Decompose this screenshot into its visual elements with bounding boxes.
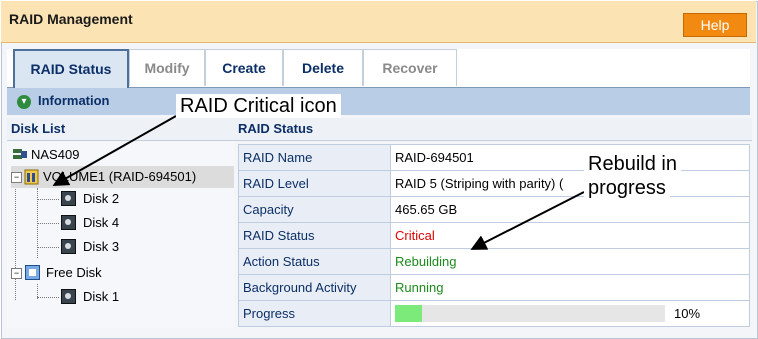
- row-value: 465.65 GB: [390, 196, 750, 223]
- table-row: Background Activity Running: [238, 274, 750, 301]
- title-bar: RAID Management Help: [1, 1, 756, 43]
- tab-modify[interactable]: Modify: [129, 49, 205, 86]
- raid-status-header: RAID Status: [236, 118, 752, 141]
- free-disk-icon: [25, 265, 40, 280]
- row-value: RAID 5 (Striping with parity) (: [390, 170, 750, 197]
- disk-icon: [61, 239, 76, 254]
- information-label: Information: [38, 93, 110, 108]
- tree-label-free-disk: Free Disk: [46, 265, 102, 280]
- tree-item-volume1[interactable]: − VOLUME1 (RAID-694501): [11, 166, 234, 188]
- tab-bar: RAID Status Modify Create Delete Recover: [7, 49, 750, 88]
- disk-tree: NAS409 − VOLUME1 (RAID-694501) Disk 2 Di…: [7, 142, 234, 328]
- tab-create[interactable]: Create: [205, 49, 283, 86]
- action-status-value: Rebuilding: [390, 248, 750, 275]
- progress-bar: 10%: [395, 301, 749, 326]
- tab-recover[interactable]: Recover: [363, 49, 457, 86]
- callout-critical-icon: RAID Critical icon: [176, 94, 341, 118]
- row-label: RAID Level: [238, 170, 391, 197]
- tree-label-volume1: VOLUME1 (RAID-694501): [43, 169, 197, 184]
- tree-line: [37, 247, 59, 248]
- tree-line: [37, 297, 59, 298]
- information-bar[interactable]: ▾ Information: [7, 88, 750, 115]
- row-label: Background Activity: [238, 274, 391, 301]
- tree-line: [37, 223, 59, 224]
- collapse-icon[interactable]: −: [11, 268, 22, 279]
- progress-percent: 10%: [674, 306, 701, 321]
- callout-rebuild-line2: progress: [584, 176, 670, 200]
- raid-critical-icon: [24, 169, 39, 185]
- background-activity-value: Running: [390, 274, 750, 301]
- tree-label-disk: Disk 1: [83, 289, 120, 304]
- disk-icon: [61, 191, 76, 206]
- nas-server-icon: [13, 149, 27, 159]
- window-title: RAID Management: [9, 11, 133, 27]
- progress-track: [395, 305, 665, 322]
- help-button[interactable]: Help: [683, 13, 747, 37]
- row-label: Progress: [238, 300, 391, 327]
- row-label: RAID Name: [238, 144, 391, 171]
- progress-fill: [395, 305, 422, 322]
- row-value: RAID-694501: [390, 144, 750, 171]
- progress-cell: 10%: [390, 300, 750, 327]
- tree-label-nas: NAS409: [31, 147, 80, 162]
- chevron-down-circle-icon: ▾: [17, 95, 31, 109]
- tree-label-disk: Disk 3: [83, 239, 120, 254]
- tree-label-disk: Disk 4: [83, 215, 120, 230]
- tab-raid-status[interactable]: RAID Status: [13, 49, 129, 88]
- tree-line: [37, 199, 59, 200]
- callout-rebuild-line1: Rebuild in: [584, 152, 681, 176]
- raid-status-value: Critical: [390, 222, 750, 249]
- tree-label-disk: Disk 2: [83, 191, 120, 206]
- table-row: Progress 10%: [238, 300, 750, 327]
- collapse-icon[interactable]: −: [11, 172, 22, 183]
- disk-list-header: Disk List: [7, 118, 238, 141]
- tab-delete[interactable]: Delete: [283, 49, 363, 86]
- disk-icon: [61, 289, 76, 304]
- row-label: RAID Status: [238, 222, 391, 249]
- table-row: Capacity 465.65 GB: [238, 196, 750, 223]
- disk-icon: [61, 215, 76, 230]
- table-row: Action Status Rebuilding: [238, 248, 750, 275]
- row-label: Action Status: [238, 248, 391, 275]
- table-row: RAID Status Critical: [238, 222, 750, 249]
- row-label: Capacity: [238, 196, 391, 223]
